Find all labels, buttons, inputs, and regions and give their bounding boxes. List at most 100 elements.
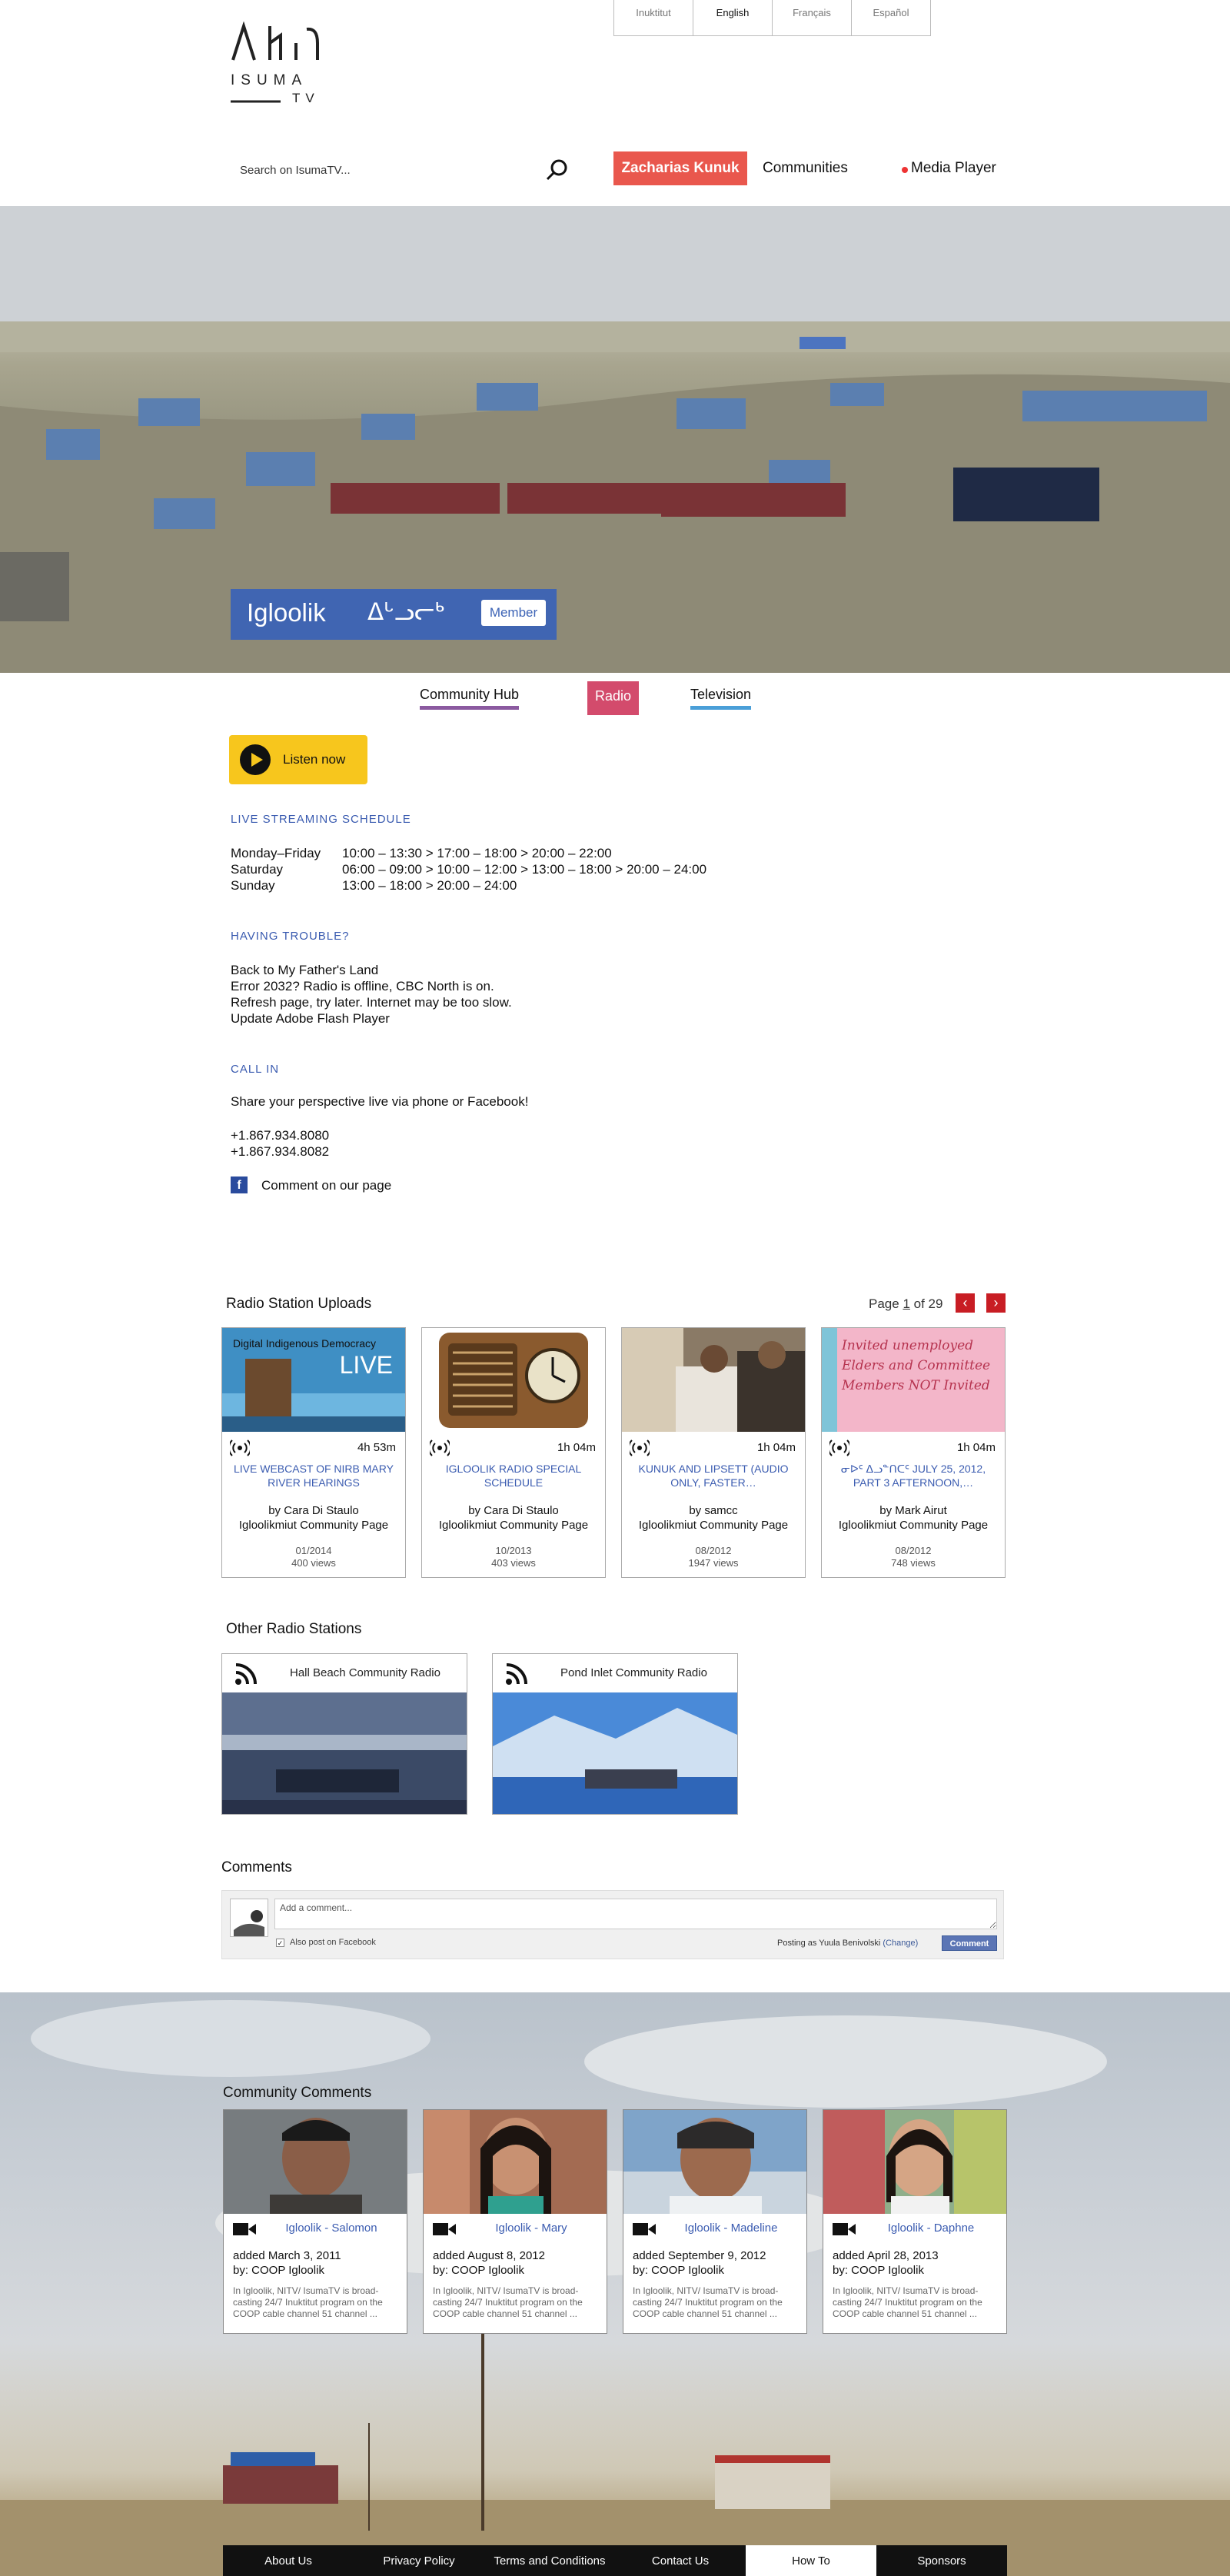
search-icon[interactable] [544, 158, 569, 183]
trouble-line: Error 2032? Radio is offline, CBC North … [231, 979, 494, 993]
pager-current[interactable]: 1 [903, 1296, 909, 1311]
upload-card[interactable]: Digital Indigenous Democracy LIVE 4h 53m… [221, 1327, 406, 1578]
comment-by: by: COOP Igloolik [833, 2264, 924, 2277]
comment-submit-button[interactable]: Comment [942, 1935, 997, 1951]
facebook-checkbox[interactable]: ✓ [276, 1939, 284, 1947]
radio-broadcast-icon [230, 1439, 250, 1456]
video-thumbnail[interactable] [224, 2110, 407, 2214]
video-thumbnail[interactable] [623, 2110, 806, 2214]
card-title[interactable]: LIVE WEBCAST OF NIRB MARY RIVER HEARINGS [230, 1462, 397, 1489]
pager-next-button[interactable]: › [986, 1293, 1006, 1313]
community-comment-card[interactable]: Igloolik - Salomon added March 3, 2011 b… [223, 2109, 407, 2334]
nav-user-button[interactable]: Zacharias Kunuk [613, 151, 747, 185]
rss-icon [506, 1663, 527, 1685]
community-comment-card[interactable]: Igloolik - Daphne added April 28, 2013 b… [823, 2109, 1007, 2334]
lang-english[interactable]: English [693, 0, 773, 36]
comment-meta: added March 3, 2011 by: COOP Igloolik [233, 2248, 341, 2278]
schedule-heading: LIVE STREAMING SCHEDULE [231, 813, 411, 826]
schedule-day: Sunday [231, 878, 275, 893]
listen-now-button[interactable]: Listen now [229, 735, 367, 784]
footer-how-to[interactable]: How To [746, 2545, 876, 2576]
comment-meta: added August 8, 2012 by: COOP Igloolik [433, 2248, 545, 2278]
card-community[interactable]: Igloolikmiut Community Page [627, 1518, 800, 1533]
card-thumbnail[interactable] [622, 1328, 805, 1432]
nav-communities[interactable]: Communities [763, 160, 848, 177]
facebook-comment-link[interactable]: Comment on our page [261, 1178, 391, 1193]
pager-prev-button[interactable]: ‹ [956, 1293, 975, 1313]
trouble-link[interactable]: Back to My Father's Land [231, 963, 378, 978]
footer-sponsors[interactable]: Sponsors [876, 2545, 1007, 2576]
comment-author[interactable]: Igloolik - Salomon [262, 2222, 401, 2235]
community-comment-card[interactable]: Igloolik - Mary added August 8, 2012 by:… [423, 2109, 607, 2334]
tab-television[interactable]: Television [690, 687, 752, 710]
tab-radio[interactable]: Radio [587, 681, 640, 715]
community-comment-card[interactable]: Igloolik - Madeline added September 9, 2… [623, 2109, 807, 2334]
comment-input[interactable] [274, 1899, 997, 1929]
card-date: 10/2013 [495, 1545, 532, 1556]
card-date: 08/2012 [695, 1545, 732, 1556]
schedule-row: Monday–Friday 10:00 – 13:30 > 17:00 – 18:… [231, 846, 612, 861]
posting-as-text: Posting as Yuula Benivolski [777, 1939, 881, 1948]
card-community[interactable]: Igloolikmiut Community Page [227, 1518, 401, 1533]
upload-card[interactable]: 1h 04m IGLOOLIK RADIO SPECIAL SCHEDULE b… [421, 1327, 606, 1578]
comment-date: added April 28, 2013 [833, 2249, 939, 2262]
card-title[interactable]: KUNUK AND LIPSETT (AUDIO ONLY, FASTER… [630, 1462, 797, 1489]
video-thumbnail[interactable] [823, 2110, 1006, 2214]
video-camera-icon [233, 2223, 256, 2235]
flash-update-link[interactable]: Update Adobe Flash Player [231, 1011, 390, 1027]
footer-terms[interactable]: Terms and Conditions [484, 2545, 615, 2576]
card-byline: by Mark Airut Igloolikmiut Community Pag… [826, 1503, 1000, 1533]
schedule-times: 10:00 – 13:30 > 17:00 – 18:00 > 20:00 – … [342, 846, 612, 860]
video-thumbnail[interactable] [424, 2110, 607, 2214]
pager-label: Page [869, 1296, 899, 1311]
lang-inuktitut[interactable]: Inuktitut [613, 0, 693, 36]
facebook-icon[interactable]: f [231, 1177, 248, 1193]
nav-media-player[interactable]: Media Player [911, 160, 996, 177]
station-card[interactable]: Pond Inlet Community Radio [492, 1653, 738, 1815]
radio-broadcast-icon [630, 1439, 650, 1456]
station-name[interactable]: Hall Beach Community Radio [290, 1666, 440, 1679]
uploads-title: Radio Station Uploads [226, 1296, 372, 1312]
comment-body: In Igloolik, NITV/ IsumaTV is broad-cast… [433, 2285, 583, 2319]
card-title[interactable]: ᓂᐅᑦ ᐃᓗᓐᑎᑕᑦ JULY 25, 2012, PART 3 AFTERNO… [829, 1462, 997, 1489]
station-card[interactable]: Hall Beach Community Radio [221, 1653, 467, 1815]
upload-card[interactable]: Invited unemployed Elders and Committee … [821, 1327, 1006, 1578]
upload-card[interactable]: 1h 04m KUNUK AND LIPSETT (AUDIO ONLY, FA… [621, 1327, 806, 1578]
schedule-times: 06:00 – 09:00 > 10:00 – 12:00 > 13:00 – … [342, 862, 707, 877]
comment-date: added August 8, 2012 [433, 2249, 545, 2262]
card-thumbnail[interactable]: Invited unemployed Elders and Committee … [822, 1328, 1005, 1432]
comment-date: added March 3, 2011 [233, 2249, 341, 2262]
card-community[interactable]: Igloolikmiut Community Page [826, 1518, 1000, 1533]
card-duration: 4h 53m [357, 1441, 396, 1454]
card-title[interactable]: IGLOOLIK RADIO SPECIAL SCHEDULE [430, 1462, 597, 1489]
card-thumbnail[interactable]: Digital Indigenous Democracy LIVE [222, 1328, 405, 1432]
schedule-row: Sunday 13:00 – 18:00 > 20:00 – 24:00 [231, 878, 517, 894]
search-input[interactable] [240, 158, 532, 181]
member-button[interactable]: Member [481, 600, 546, 626]
portrait-image [224, 2110, 407, 2214]
radio-broadcast-icon [430, 1439, 450, 1456]
change-link[interactable]: (Change) [883, 1939, 918, 1948]
comment-author[interactable]: Igloolik - Mary [462, 2222, 600, 2235]
comment-meta: added April 28, 2013 by: COOP Igloolik [833, 2248, 939, 2278]
thumbnail-caption: Digital Indigenous Democracy [233, 1337, 376, 1350]
video-camera-icon [633, 2223, 656, 2235]
lang-espanol[interactable]: Español [851, 0, 931, 36]
portrait-image [623, 2110, 806, 2214]
pager: Page 1 of 29 [869, 1296, 942, 1312]
footer-privacy-policy[interactable]: Privacy Policy [354, 2545, 484, 2576]
card-thumbnail[interactable] [422, 1328, 605, 1432]
tab-community-hub[interactable]: Community Hub [420, 687, 520, 710]
card-meta: 01/2014 400 views [222, 1545, 405, 1569]
station-name[interactable]: Pond Inlet Community Radio [560, 1666, 707, 1679]
footer-about-us[interactable]: About Us [223, 2545, 354, 2576]
footer-contact-us[interactable]: Contact Us [615, 2545, 746, 2576]
user-avatar [230, 1899, 268, 1937]
card-community[interactable]: Igloolikmiut Community Page [427, 1518, 600, 1533]
comment-author[interactable]: Igloolik - Madeline [662, 2222, 800, 2235]
lang-francais[interactable]: Français [772, 0, 852, 36]
video-camera-icon [833, 2223, 856, 2235]
comment-author[interactable]: Igloolik - Daphne [862, 2222, 1000, 2235]
card-views: 748 views [891, 1557, 936, 1569]
comment-body: In Igloolik, NITV/ IsumaTV is broad-cast… [233, 2285, 383, 2319]
